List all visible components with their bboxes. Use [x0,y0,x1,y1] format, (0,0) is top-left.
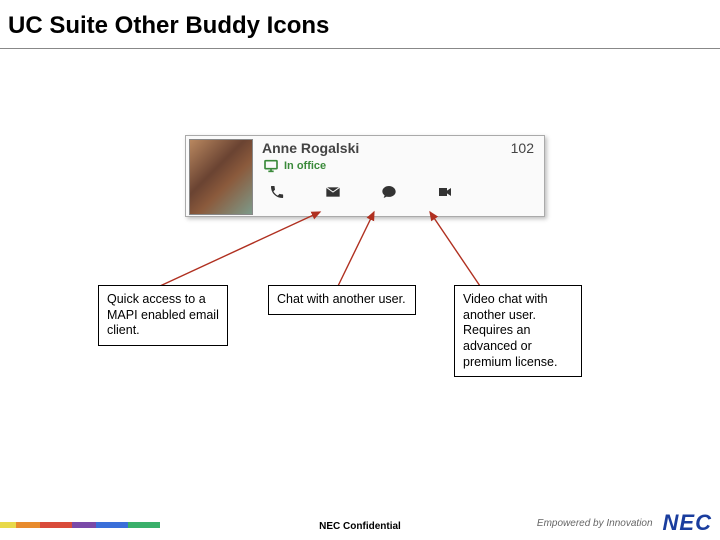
page-title: UC Suite Other Buddy Icons [0,0,720,48]
phone-icon[interactable] [268,184,286,200]
confidential-label: NEC Confidential [319,521,401,532]
buddy-card: Anne Rogalski 102 In office [185,135,545,217]
tagline: Empowered by Innovation [537,518,653,529]
buddy-name: Anne Rogalski [262,140,536,156]
avatar [189,139,253,215]
chat-icon[interactable] [380,184,398,200]
callout-video: Video chat with another user. Requires a… [454,285,582,377]
status-text: In office [284,160,326,172]
footer: NEC Confidential Empowered by Innovation… [0,510,720,540]
mail-icon[interactable] [324,184,342,200]
monitor-icon [262,158,280,174]
buddy-extension: 102 [511,140,534,156]
nec-logo: NEC [663,510,712,536]
callout-chat: Chat with another user. [268,285,416,315]
title-rule [0,48,720,49]
icon-row [262,184,536,200]
status-line: In office [262,158,536,174]
footer-right: Empowered by Innovation NEC [537,510,712,536]
buddy-card-body: Anne Rogalski 102 In office [256,136,544,216]
video-icon[interactable] [436,184,454,200]
footer-stripe [0,522,160,528]
callout-arrows [0,0,720,540]
callout-mail: Quick access to a MAPI enabled email cli… [98,285,228,346]
